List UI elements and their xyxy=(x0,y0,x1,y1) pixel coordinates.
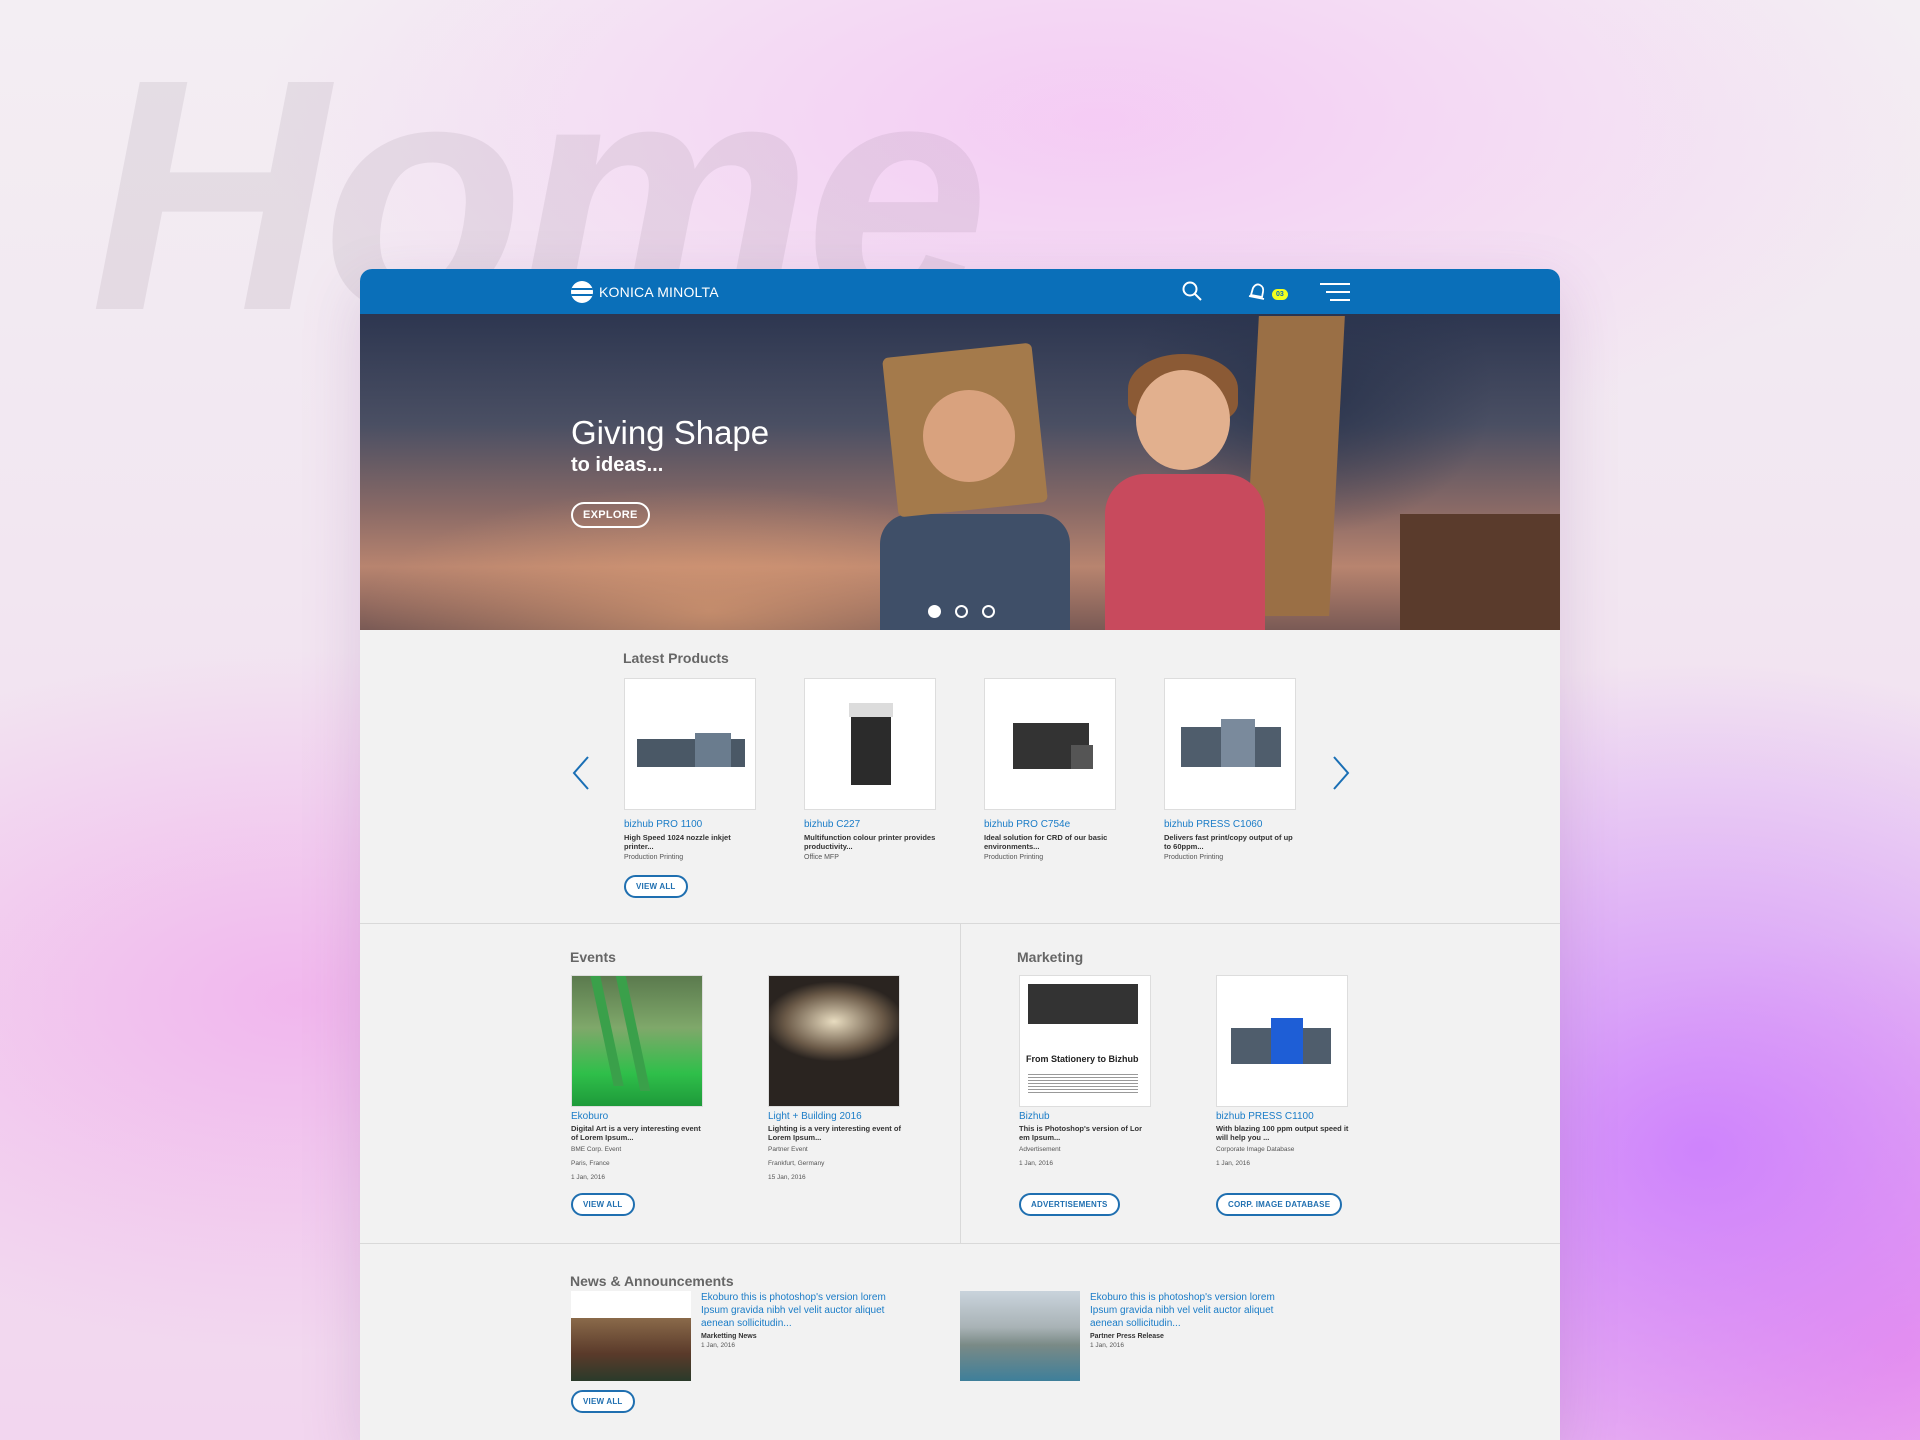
event-card[interactable]: Light + Building 2016 Lighting is a very… xyxy=(768,975,902,1184)
event-image xyxy=(768,975,900,1107)
events-title: Events xyxy=(570,949,616,965)
advertisements-button[interactable]: ADVERTISEMENTS xyxy=(1019,1193,1120,1216)
menu-icon[interactable] xyxy=(1320,282,1350,307)
carousel-dot[interactable] xyxy=(982,605,995,618)
girl-image xyxy=(1105,474,1265,630)
product-image xyxy=(1164,678,1296,810)
product-image xyxy=(624,678,756,810)
brick-chimney-image xyxy=(1400,514,1560,630)
view-all-events-button[interactable]: VIEW ALL xyxy=(571,1193,635,1216)
browser-frame: KONICA MINOLTA 03 Giving Shape to ideas.… xyxy=(360,269,1560,1440)
corp-image-database-button[interactable]: CORP. IMAGE DATABASE xyxy=(1216,1193,1343,1216)
events-marketing-section: Events Ekoburo Digital Art is a very int… xyxy=(360,924,1560,1244)
product-card[interactable]: bizhub PRO C754e Ideal solution for CRD … xyxy=(984,678,1118,861)
news-item[interactable]: Ekoburo this is photoshop's version lore… xyxy=(960,1291,1280,1381)
carousel-dots xyxy=(928,605,995,618)
marketing-card[interactable]: From Stationery to Bizhub Bizhub This is… xyxy=(1019,975,1153,1170)
logo-mark-icon xyxy=(571,281,593,303)
news-title: News & Announcements xyxy=(570,1273,734,1289)
section-title: Latest Products xyxy=(623,650,729,666)
search-icon[interactable] xyxy=(1181,280,1203,307)
view-all-news-button[interactable]: VIEW ALL xyxy=(571,1390,635,1413)
marketing-title: Marketing xyxy=(1017,949,1084,965)
product-card[interactable]: bizhub PRO 1100 High Speed 1024 nozzle i… xyxy=(624,678,758,861)
news-section: News & Announcements Ekoburo this is pho… xyxy=(360,1244,1560,1440)
notification-badge: 03 xyxy=(1272,289,1288,300)
top-navigation: KONICA MINOLTA 03 xyxy=(360,269,1560,314)
news-image xyxy=(571,1291,691,1381)
news-image xyxy=(960,1291,1080,1381)
carousel-dot[interactable] xyxy=(955,605,968,618)
latest-products-section: Latest Products bizhub PRO 1100 High Spe… xyxy=(360,630,1560,924)
chevron-left-icon[interactable] xyxy=(570,755,592,796)
marketing-card[interactable]: bizhub PRESS C1100 With blazing 100 ppm … xyxy=(1216,975,1350,1170)
explore-button[interactable]: EXPLORE xyxy=(571,502,650,528)
hero-banner: Giving Shape to ideas... EXPLORE xyxy=(360,314,1560,630)
hero-title: Giving Shape xyxy=(571,414,770,451)
marketing-image: From Stationery to Bizhub xyxy=(1019,975,1151,1107)
product-card[interactable]: bizhub PRESS C1060 Delivers fast print/c… xyxy=(1164,678,1298,861)
news-item[interactable]: Ekoburo this is photoshop's version lore… xyxy=(571,1291,891,1381)
logo[interactable]: KONICA MINOLTA xyxy=(571,281,719,303)
product-card[interactable]: bizhub C227 Multifunction colour printer… xyxy=(804,678,938,861)
marketing-image xyxy=(1216,975,1348,1107)
product-image xyxy=(984,678,1116,810)
event-image xyxy=(571,975,703,1107)
divider xyxy=(960,924,961,1244)
product-image xyxy=(804,678,936,810)
hero-subtitle: to ideas... xyxy=(571,454,664,476)
chevron-right-icon[interactable] xyxy=(1330,755,1352,796)
carousel-dot[interactable] xyxy=(928,605,941,618)
view-all-products-button[interactable]: VIEW ALL xyxy=(624,875,688,898)
event-card[interactable]: Ekoburo Digital Art is a very interestin… xyxy=(571,975,705,1184)
logo-text: KONICA MINOLTA xyxy=(599,284,719,300)
bell-icon[interactable] xyxy=(1246,280,1272,307)
